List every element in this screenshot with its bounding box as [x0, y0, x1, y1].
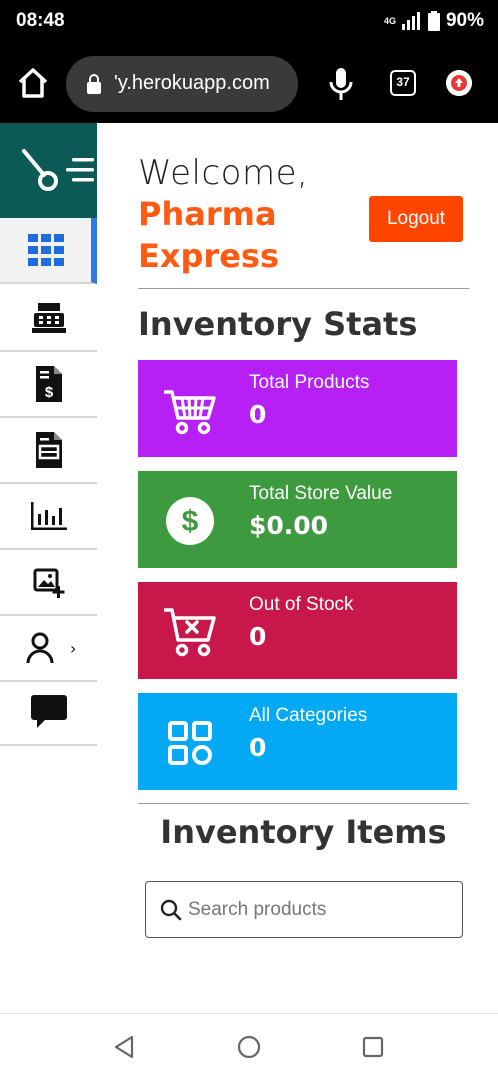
- stat-label: All Categories: [249, 705, 368, 726]
- stat-card-out-of-stock: Out of Stock 0: [138, 582, 457, 679]
- battery-percent: 90%: [445, 10, 484, 31]
- lock-icon: [87, 74, 101, 94]
- sidebar-item-reports[interactable]: [0, 418, 97, 484]
- stat-value: 0: [249, 733, 267, 762]
- divider: [138, 288, 469, 289]
- sidebar-item-messages[interactable]: [0, 680, 97, 746]
- sidebar-item-dashboard[interactable]: [0, 218, 97, 284]
- stat-label: Total Store Value: [249, 483, 393, 504]
- back-icon[interactable]: [112, 1034, 138, 1060]
- welcome-text: Welcome,: [138, 153, 309, 193]
- stat-card-store-value: $ Total Store Value $0.00: [138, 471, 457, 568]
- status-indicators: 4G 90%: [384, 10, 484, 32]
- stat-card-categories: All Categories 0: [138, 693, 457, 790]
- invoice-dollar-icon: $: [35, 366, 62, 402]
- home-icon[interactable]: [16, 66, 50, 100]
- cart-x-icon: [164, 608, 216, 657]
- stat-value: 0: [249, 622, 267, 651]
- sidebar-header: [0, 123, 97, 218]
- search-input[interactable]: [188, 892, 448, 928]
- inventory-items-title: Inventory Items: [160, 813, 447, 851]
- stat-card-total-products: Total Products 0: [138, 360, 457, 457]
- chevron-right-icon: ›: [70, 638, 77, 658]
- add-image-icon: [33, 568, 64, 598]
- search-icon: [160, 899, 182, 921]
- sidebar-item-add-product[interactable]: [0, 550, 97, 616]
- sidebar-item-analytics[interactable]: [0, 484, 97, 550]
- sidebar-item-sales[interactable]: $: [0, 352, 97, 418]
- categories-icon: [168, 721, 212, 765]
- svg-text:$: $: [182, 505, 199, 538]
- chat-icon: [30, 695, 67, 728]
- stat-value: $0.00: [249, 511, 329, 540]
- stats-title: Inventory Stats: [138, 305, 418, 343]
- bar-chart-icon: [30, 502, 67, 530]
- update-icon[interactable]: [446, 70, 472, 96]
- sidebar-item-users[interactable]: ›: [0, 616, 97, 682]
- recent-apps-icon[interactable]: [360, 1034, 386, 1060]
- stat-label: Out of Stock: [249, 594, 354, 615]
- brand-name-line2: Express: [138, 237, 279, 275]
- stat-value: 0: [249, 400, 267, 429]
- status-bar: 08:48 4G 90%: [0, 0, 498, 44]
- svg-text:$: $: [44, 384, 53, 401]
- brand-name-line1: Pharma: [138, 195, 277, 233]
- mic-icon[interactable]: [326, 66, 356, 102]
- cash-register-icon: [31, 303, 66, 333]
- divider: [138, 803, 469, 804]
- system-nav-bar: [0, 1013, 498, 1080]
- battery-icon: [427, 11, 440, 31]
- stat-label: Total Products: [249, 372, 370, 393]
- browser-toolbar: 'y.herokuapp.com 37: [0, 44, 498, 123]
- signal-icon: [401, 12, 420, 30]
- dollar-icon: $: [166, 497, 214, 545]
- document-icon: [35, 432, 62, 468]
- sidebar: $ ›: [0, 123, 97, 1013]
- dashboard-grid-icon: [27, 234, 64, 266]
- search-box: [145, 881, 463, 938]
- user-icon: [26, 632, 54, 664]
- home-circle-icon[interactable]: [236, 1034, 262, 1060]
- menu-toggle-icon[interactable]: [64, 155, 94, 185]
- stethoscope-logo-icon: [22, 149, 58, 191]
- network-label: 4G: [383, 15, 396, 26]
- status-time: 08:48: [16, 10, 65, 31]
- tabs-count-button[interactable]: 37: [390, 70, 416, 96]
- url-text: 'y.herokuapp.com: [114, 72, 270, 94]
- url-bar[interactable]: 'y.herokuapp.com: [66, 56, 298, 112]
- logout-button[interactable]: Logout: [369, 196, 463, 242]
- cart-icon: [164, 390, 216, 435]
- sidebar-item-pos[interactable]: [0, 286, 97, 352]
